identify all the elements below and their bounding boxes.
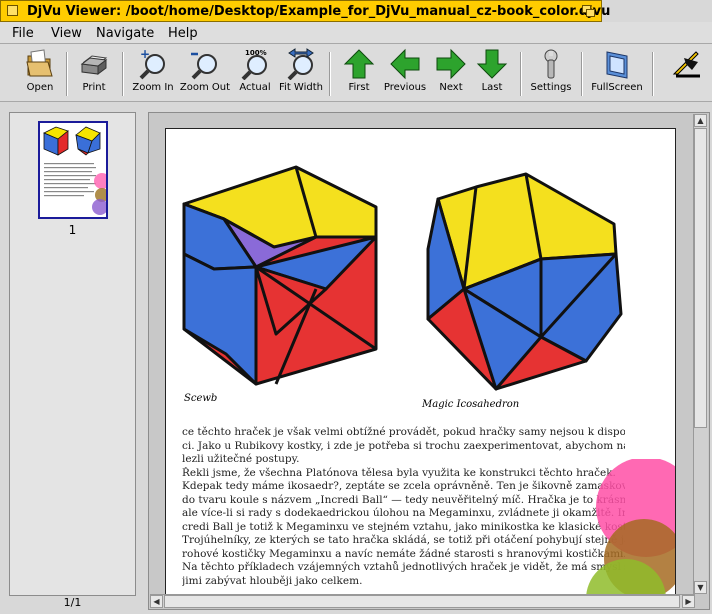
app-logo [672,48,704,80]
text-line: ale více-li si rady s dodekaedrickou úlo… [182,507,625,519]
last-label: Last [481,82,503,93]
toolbar: Open Print + Zoom In Zoom Out 100% Actua… [0,44,712,102]
next-label: Next [439,82,463,93]
page-thumbnail[interactable] [38,121,108,219]
previous-label: Previous [383,82,427,93]
text-line: lezli užitečné postupy. [182,453,300,465]
horizontal-scroll-thumb[interactable] [164,595,680,608]
close-button[interactable] [7,5,18,16]
toolbar-separator [652,52,654,96]
zoom-window-icon[interactable] [582,5,595,17]
fit-width-button[interactable]: Fit Width [278,48,324,93]
fit-width-label: Fit Width [279,82,323,93]
caption-left: Scewb [184,393,218,404]
open-label: Open [26,82,54,93]
thumbnail-sidebar: 1 [9,112,136,596]
toolbar-separator [520,52,522,96]
text-line: ci. Jako u Rubikovy kostky, i zde je pot… [182,439,625,452]
menu-view[interactable]: View [51,26,82,41]
actual-size-badge: 100% [245,49,267,57]
page-counter: 1/1 [63,596,82,609]
open-button[interactable]: Open [22,48,58,93]
scroll-up-button[interactable]: ▲ [694,114,707,127]
zoom-out-icon [191,52,217,80]
page-thumbnail-image [40,123,106,217]
zoom-out-label: Zoom Out [179,82,231,93]
settings-button[interactable]: Settings [528,48,574,93]
fullscreen-button[interactable]: FullScreen [589,48,645,93]
horizontal-scrollbar[interactable]: ◀ ▶ [150,594,695,608]
page-text: ce těchto hraček je však velmi obtížné p… [182,426,625,588]
zoom-in-button[interactable]: + Zoom In [131,48,175,93]
first-label: First [348,82,370,93]
text-line: Trojúhelníky, ze kterých se tato hračka … [182,534,625,546]
vertical-scrollbar[interactable]: ▲ ▼ [693,114,708,594]
arrow-left-icon [390,48,420,80]
scroll-right-button[interactable]: ▶ [682,595,695,608]
zoom-in-icon: + [139,48,165,80]
text-line: do tvaru koule s názvem „Incredi Ball“ —… [182,493,625,506]
djvu-logo-icon [672,51,700,78]
document-page: Scewb Magic Icosahedron ce těchto hraček… [165,128,676,599]
zoom-out-button[interactable]: Zoom Out [179,48,231,93]
next-page-button[interactable]: Next [432,48,470,93]
text-line: Řekli jsme, že všechna Platónova tělesa … [182,466,616,479]
caption-right: Magic Icosahedron [422,399,520,410]
last-page-button[interactable]: Last [473,48,511,93]
text-line: credi Ball je totiž k Megaminxu ve stejn… [182,520,625,533]
scroll-down-button[interactable]: ▼ [694,581,707,594]
actual-size-icon: 100% [241,49,267,80]
page-illustration [182,165,623,391]
thumbnail-page-number: 1 [68,223,77,237]
previous-page-button[interactable]: Previous [383,48,427,93]
printer-icon [80,55,108,75]
arrow-down-icon [476,49,508,79]
menu-bar: File View Navigate Help [0,22,712,44]
fit-width-icon [287,48,314,80]
text-line: ce těchto hraček je však velmi obtížné p… [182,426,625,438]
toolbar-separator [122,52,124,96]
vertical-scroll-thumb[interactable] [694,128,707,428]
arrow-right-icon [436,48,466,80]
window-title: DjVu Viewer: /boot/home/Desktop/Example_… [27,4,611,19]
text-line: Kdepak tedy máme ikosaedr?, zeptáte se z… [182,480,625,492]
toolbar-separator [66,52,68,96]
actual-size-button[interactable]: 100% Actual [235,48,275,93]
wrench-icon [544,49,558,79]
fullscreen-icon [606,51,628,79]
document-viewer[interactable]: Scewb Magic Icosahedron ce těchto hraček… [148,112,710,610]
text-line: Na těchto příkladech vzájemných vztahů j… [182,561,625,573]
window-title-bar[interactable]: DjVu Viewer: /boot/home/Desktop/Example_… [0,0,610,22]
toolbar-separator [581,52,583,96]
actual-size-label: Actual [239,82,271,93]
arrow-up-icon [343,49,375,79]
first-page-button[interactable]: First [340,48,378,93]
scroll-left-button[interactable]: ◀ [150,595,163,608]
toolbar-separator [329,52,331,96]
text-line: jimi zabývat hlouběji jako celkem. [182,574,363,587]
print-label: Print [82,82,106,93]
page-decoration-circles [586,459,675,598]
zoom-in-label: Zoom In [132,82,174,93]
fullscreen-label: FullScreen [591,82,643,93]
menu-navigate[interactable]: Navigate [96,26,154,41]
folder-open-icon [26,49,53,77]
settings-label: Settings [530,82,572,93]
text-line: rohové kostičky Megaminxu a navíc nemáte… [182,547,625,560]
menu-help[interactable]: Help [168,26,198,41]
svg-text:+: + [140,48,150,61]
menu-file[interactable]: File [12,26,34,41]
print-button[interactable]: Print [76,48,112,93]
